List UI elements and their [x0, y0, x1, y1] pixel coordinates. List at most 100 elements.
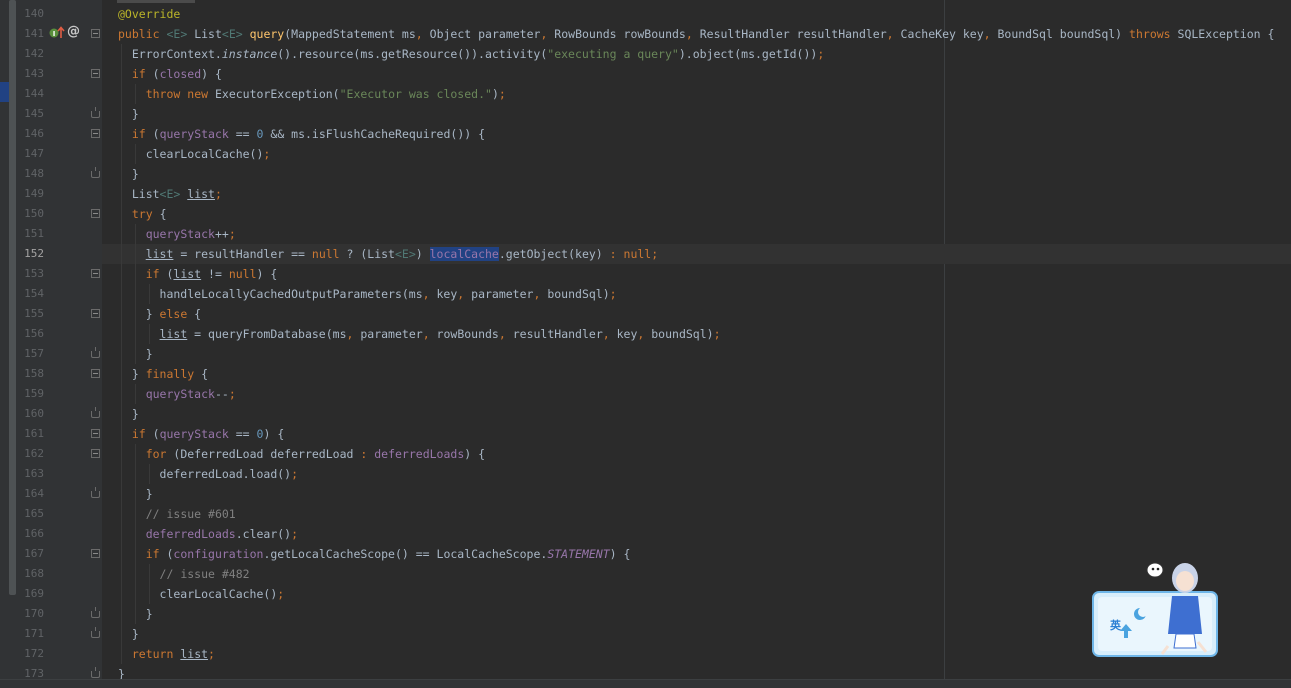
- fold-end-icon[interactable]: [91, 167, 100, 178]
- fold-end-icon[interactable]: [91, 347, 100, 358]
- line-number[interactable]: 160: [18, 404, 44, 424]
- fold-end-icon[interactable]: [91, 407, 100, 418]
- fold-end-icon[interactable]: [91, 667, 100, 678]
- code-text[interactable]: if (closed) {: [118, 64, 222, 84]
- line-number[interactable]: 161: [18, 424, 44, 444]
- line-number[interactable]: 147: [18, 144, 44, 164]
- code-line[interactable]: 155 } else {: [0, 304, 1291, 324]
- code-line[interactable]: 140 @Override: [0, 4, 1291, 24]
- fold-end-icon[interactable]: [91, 627, 100, 638]
- code-line[interactable]: 156 list = queryFromDatabase(ms, paramet…: [0, 324, 1291, 344]
- code-text[interactable]: }: [118, 404, 139, 424]
- override-up-arrow-icon[interactable]: I: [49, 25, 65, 41]
- line-number[interactable]: 151: [18, 224, 44, 244]
- line-number[interactable]: 170: [18, 604, 44, 624]
- fold-end-icon[interactable]: [91, 607, 100, 618]
- code-line[interactable]: 157 }: [0, 344, 1291, 364]
- code-line[interactable]: 142 ErrorContext.instance().resource(ms.…: [0, 44, 1291, 64]
- code-text[interactable]: clearLocalCache();: [118, 584, 285, 604]
- line-number[interactable]: 156: [18, 324, 44, 344]
- code-text[interactable]: } finally {: [118, 364, 208, 384]
- line-number[interactable]: 155: [18, 304, 44, 324]
- code-line[interactable]: 143 if (closed) {: [0, 64, 1291, 84]
- code-line[interactable]: 166 deferredLoads.clear();: [0, 524, 1291, 544]
- code-text[interactable]: list = resultHandler == null ? (List<E>)…: [118, 244, 658, 264]
- line-number[interactable]: 171: [18, 624, 44, 644]
- code-text[interactable]: }: [118, 344, 153, 364]
- code-line[interactable]: 148 }: [0, 164, 1291, 184]
- line-number[interactable]: 144: [18, 84, 44, 104]
- code-line[interactable]: 141 public <E> List<E> query(MappedStatem…: [0, 24, 1291, 44]
- line-number[interactable]: 169: [18, 584, 44, 604]
- code-line[interactable]: 163 deferredLoad.load();: [0, 464, 1291, 484]
- fold-collapse-icon[interactable]: [91, 29, 100, 38]
- code-text[interactable]: List<E> list;: [118, 184, 222, 204]
- fold-collapse-icon[interactable]: [91, 69, 100, 78]
- line-number[interactable]: 153: [18, 264, 44, 284]
- fold-collapse-icon[interactable]: [91, 269, 100, 278]
- code-line[interactable]: 144 throw new ExecutorException("Executo…: [0, 84, 1291, 104]
- line-number[interactable]: 152: [18, 244, 44, 264]
- code-text[interactable]: list = queryFromDatabase(ms, parameter, …: [118, 324, 721, 344]
- line-number[interactable]: 143: [18, 64, 44, 84]
- line-number[interactable]: 154: [18, 284, 44, 304]
- fold-collapse-icon[interactable]: [91, 449, 100, 458]
- code-text[interactable]: }: [118, 164, 139, 184]
- line-number[interactable]: 150: [18, 204, 44, 224]
- code-line[interactable]: 161 if (queryStack == 0) {: [0, 424, 1291, 444]
- at-sign-icon[interactable]: @: [67, 24, 80, 39]
- code-line[interactable]: 145 }: [0, 104, 1291, 124]
- code-text[interactable]: deferredLoad.load();: [118, 464, 299, 484]
- code-line[interactable]: 154 handleLocallyCachedOutputParameters(…: [0, 284, 1291, 304]
- code-line[interactable]: 150 try {: [0, 204, 1291, 224]
- line-number[interactable]: 142: [18, 44, 44, 64]
- code-text[interactable]: } else {: [118, 304, 201, 324]
- code-text[interactable]: for (DeferredLoad deferredLoad : deferre…: [118, 444, 485, 464]
- code-text[interactable]: if (queryStack == 0 && ms.isFlushCacheRe…: [118, 124, 485, 144]
- line-number[interactable]: 164: [18, 484, 44, 504]
- line-number[interactable]: 141: [18, 24, 44, 44]
- code-line[interactable]: 149 List<E> list;: [0, 184, 1291, 204]
- code-line[interactable]: 146 if (queryStack == 0 && ms.isFlushCac…: [0, 124, 1291, 144]
- input-method-mascot-icon[interactable]: 英: [1090, 556, 1220, 660]
- fold-collapse-icon[interactable]: [91, 129, 100, 138]
- fold-end-icon[interactable]: [91, 107, 100, 118]
- code-text[interactable]: }: [118, 484, 153, 504]
- line-number[interactable]: 172: [18, 644, 44, 664]
- code-text[interactable]: public <E> List<E> query(MappedStatement…: [118, 24, 1274, 44]
- line-number[interactable]: 157: [18, 344, 44, 364]
- line-number[interactable]: 168: [18, 564, 44, 584]
- line-number[interactable]: 146: [18, 124, 44, 144]
- code-text[interactable]: throw new ExecutorException("Executor wa…: [118, 84, 506, 104]
- code-text[interactable]: }: [118, 624, 139, 644]
- code-line[interactable]: 164 }: [0, 484, 1291, 504]
- code-text[interactable]: if (queryStack == 0) {: [118, 424, 284, 444]
- fold-end-icon[interactable]: [91, 487, 100, 498]
- code-line[interactable]: 165 // issue #601: [0, 504, 1291, 524]
- code-line[interactable]: 151 queryStack++;: [0, 224, 1291, 244]
- code-text[interactable]: @Override: [118, 4, 180, 24]
- line-number[interactable]: 162: [18, 444, 44, 464]
- code-line[interactable]: 158 } finally {: [0, 364, 1291, 384]
- code-text[interactable]: queryStack++;: [118, 224, 236, 244]
- code-line[interactable]: 159 queryStack--;: [0, 384, 1291, 404]
- fold-collapse-icon[interactable]: [91, 309, 100, 318]
- line-number[interactable]: 148: [18, 164, 44, 184]
- line-number[interactable]: 166: [18, 524, 44, 544]
- code-text[interactable]: try {: [118, 204, 167, 224]
- code-line[interactable]: 152 list = resultHandler == null ? (List…: [0, 244, 1291, 264]
- line-number[interactable]: 149: [18, 184, 44, 204]
- line-number[interactable]: 165: [18, 504, 44, 524]
- code-text[interactable]: clearLocalCache();: [118, 144, 271, 164]
- code-text[interactable]: return list;: [118, 644, 215, 664]
- fold-collapse-icon[interactable]: [91, 209, 100, 218]
- code-text[interactable]: if (configuration.getLocalCacheScope() =…: [118, 544, 631, 564]
- code-text[interactable]: }: [118, 104, 139, 124]
- line-number[interactable]: 167: [18, 544, 44, 564]
- code-text[interactable]: ErrorContext.instance().resource(ms.getR…: [118, 44, 824, 64]
- code-text[interactable]: // issue #482: [118, 564, 250, 584]
- line-number[interactable]: 159: [18, 384, 44, 404]
- line-number[interactable]: 163: [18, 464, 44, 484]
- code-text[interactable]: deferredLoads.clear();: [118, 524, 298, 544]
- code-line[interactable]: 147 clearLocalCache();: [0, 144, 1291, 164]
